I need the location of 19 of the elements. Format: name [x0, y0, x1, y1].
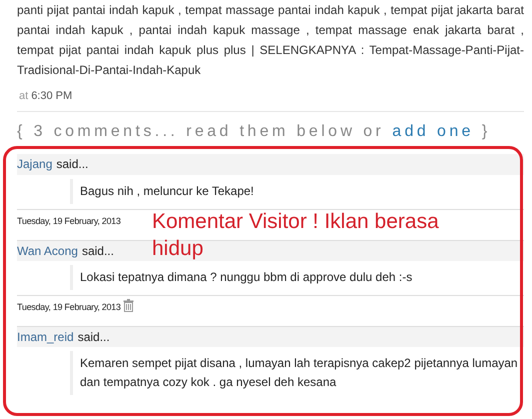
said-label: said...	[78, 328, 110, 346]
trash-icon[interactable]	[122, 298, 134, 312]
said-label: said...	[82, 242, 114, 260]
time-prefix: at	[18, 89, 28, 104]
annotation-text: Komentar Visitor ! Iklan berasa hidup	[152, 209, 440, 262]
add-comment-link[interactable]: add one	[392, 120, 474, 144]
author-link[interactable]: Imam_reid	[17, 328, 74, 346]
said-label: said...	[56, 156, 88, 173]
comment-text: Bagus nih , meluncur ke Tekape!	[70, 178, 524, 204]
author-link[interactable]: Jajang	[17, 155, 52, 173]
heading-brace: }	[482, 122, 491, 142]
author-link[interactable]: Wan Acong	[17, 242, 78, 260]
post-time: 6:30 PM	[31, 89, 72, 104]
comments-heading: { 3 comments... read them below or	[17, 122, 384, 142]
comment-date: Tuesday, 19 February, 2013	[17, 214, 121, 228]
comment-date: Tuesday, 19 February, 2013	[17, 300, 121, 314]
comment-text: Kemaren sempet pijat disana , lumayan lah terapisnya cakep2 pijetannya lumayan dan tempatnya cozy kok . ga nyesel deh kesana	[70, 350, 524, 394]
comment-text: Lokasi tepatnya dimana ? nunggu bbm di approve dulu deh :-s	[70, 264, 524, 290]
post-body: panti pijat pantai indah kapuk , tempat massage pantai indah kapuk , tempat pijat jakarta barat pantai indah kapuk , pantai indah kapuk massage , tempat massage enak jakarta barat , tempat pijat pantai indah kapuk plus plus | SELENGKAPNYA : Tempat-Massage-Panti-Pijat-Tradisional-Di-Pantai-Indah-Kapuk	[17, 2, 524, 79]
